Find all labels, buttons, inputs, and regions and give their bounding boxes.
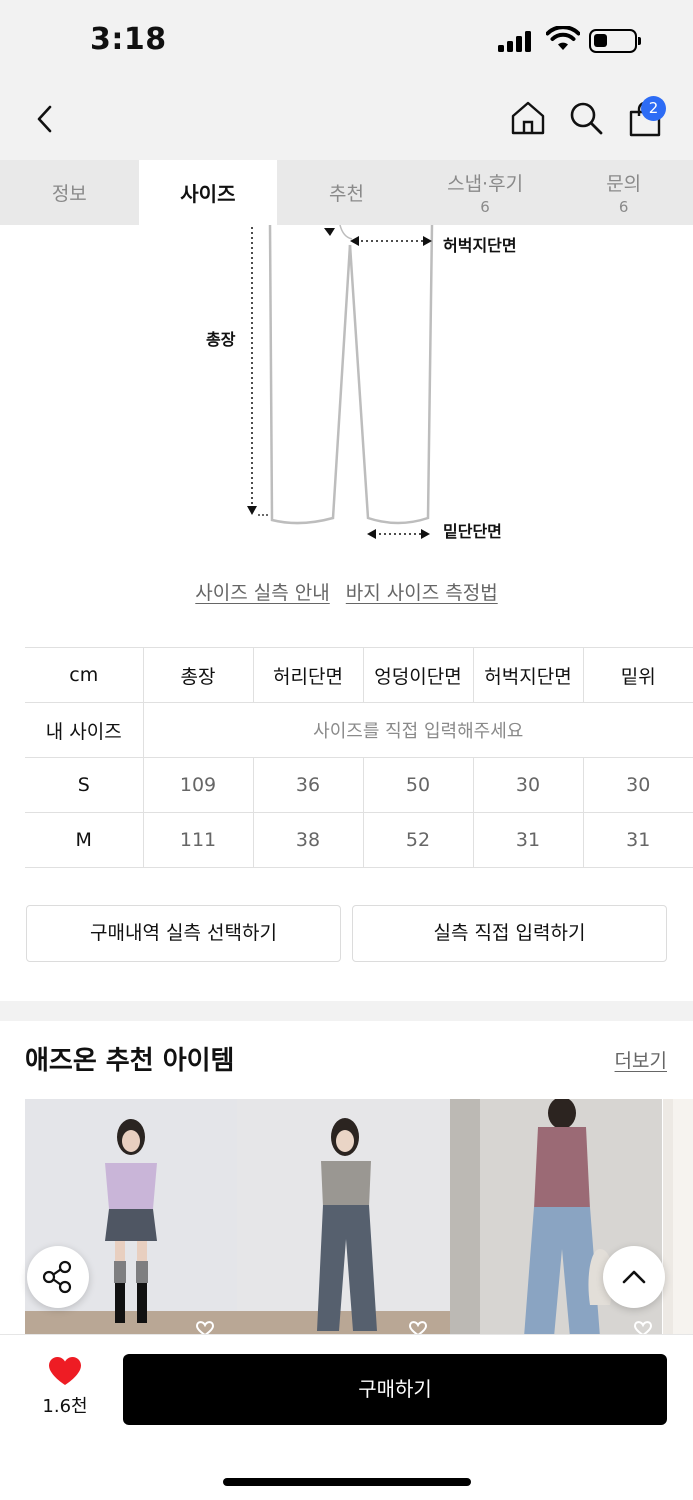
product-carousel: [25, 1099, 693, 1337]
share-button[interactable]: [27, 1246, 89, 1308]
table-cell: 52: [362, 812, 473, 868]
size-table: cm 총장 허리단면 엉덩이단면 허벅지단면 밑위 내 사이즈 사이즈를 직접 …: [25, 647, 693, 868]
table-cell: 30: [582, 757, 693, 813]
table-cell: 38: [252, 812, 363, 868]
my-size-input[interactable]: 사이즈를 직접 입력해주세요: [142, 702, 693, 758]
tab-label: 사이즈: [180, 182, 236, 206]
share-icon: [42, 1260, 72, 1294]
table-cell: 31: [582, 812, 693, 868]
back-icon[interactable]: [30, 102, 62, 136]
cart-badge: 2: [641, 96, 666, 121]
product-card[interactable]: [237, 1099, 450, 1337]
table-header-cell: 허벅지단면: [472, 647, 583, 703]
tab-inquiry[interactable]: 문의 6: [554, 160, 693, 225]
size-label: S: [25, 757, 143, 813]
my-size-label: 내 사이즈: [25, 702, 143, 758]
search-icon[interactable]: [568, 100, 604, 136]
size-guide-links: 사이즈 실측 안내 바지 사이즈 측정법: [0, 578, 693, 605]
status-time: 3:18: [90, 22, 167, 57]
table-row: M 111 38 52 31 31: [25, 812, 693, 868]
battery-icon: [589, 29, 641, 53]
table-cell: 31: [472, 812, 583, 868]
tab-count: 6: [480, 198, 490, 216]
table-row: S 109 36 50 30 30: [25, 757, 693, 813]
more-link[interactable]: 더보기: [615, 1046, 667, 1073]
wifi-icon: [546, 26, 580, 50]
table-header-cell: cm: [25, 647, 143, 703]
tab-size[interactable]: 사이즈: [138, 160, 278, 225]
product-image: [237, 1099, 450, 1337]
tab-count: 6: [618, 198, 629, 216]
table-header-cell: 허리단면: [252, 647, 363, 703]
home-indicator: [223, 1478, 471, 1486]
tab-reviews[interactable]: 스냅·후기 6: [416, 160, 555, 225]
my-size-row: 내 사이즈 사이즈를 직접 입력해주세요: [25, 702, 693, 758]
thigh-label: 허벅지단면: [443, 236, 517, 255]
table-cell: 36: [252, 757, 363, 813]
recommend-title: 애즈온 추천 아이템: [25, 1046, 235, 1076]
top-nav: [0, 82, 693, 160]
signal-icon: [498, 30, 536, 52]
table-header-cell: 엉덩이단면: [362, 647, 473, 703]
table-cell: 111: [142, 812, 253, 868]
chevron-up-icon: [622, 1270, 646, 1284]
length-label: 총장: [206, 330, 236, 349]
like-count: 1.6천: [42, 1396, 88, 1417]
section-divider: [0, 1001, 693, 1021]
pants-size-diagram: 허벅지단면 총장 밑단단면: [0, 224, 693, 555]
select-purchase-size-button[interactable]: 구매내역 실측 선택하기: [26, 905, 341, 962]
table-cell: 109: [142, 757, 253, 813]
tab-recommend[interactable]: 추천: [277, 160, 416, 225]
enter-size-button[interactable]: 실측 직접 입력하기: [352, 905, 667, 962]
table-header-row: cm 총장 허리단면 엉덩이단면 허벅지단면 밑위: [25, 647, 693, 703]
table-cell: 50: [362, 757, 473, 813]
like-button[interactable]: 1.6천: [30, 1356, 100, 1418]
hem-label: 밑단단면: [443, 522, 502, 541]
tab-label: 정보: [51, 183, 87, 205]
tab-info[interactable]: 정보: [0, 160, 139, 225]
pants-measure-link[interactable]: 바지 사이즈 측정법: [346, 582, 498, 604]
table-header-cell: 밑위: [582, 647, 693, 703]
product-image: [663, 1099, 693, 1337]
product-card[interactable]: [663, 1099, 693, 1337]
tab-label: 추천: [329, 183, 364, 205]
tab-label: 문의: [606, 173, 642, 195]
table-cell: 30: [472, 757, 583, 813]
tab-bar: 정보 사이즈 추천 스냅·후기 6 문의 6: [0, 160, 693, 225]
size-guide-link[interactable]: 사이즈 실측 안내: [195, 582, 329, 604]
heart-icon: [49, 1357, 81, 1385]
buy-button[interactable]: 구매하기: [123, 1354, 667, 1425]
tab-label: 스냅·후기: [447, 173, 524, 195]
size-label: M: [25, 812, 143, 868]
status-bar: 3:18: [0, 0, 693, 82]
table-header-cell: 총장: [142, 647, 253, 703]
pants-outline: [247, 224, 434, 539]
home-icon[interactable]: [510, 100, 546, 136]
scroll-top-button[interactable]: [603, 1246, 665, 1308]
